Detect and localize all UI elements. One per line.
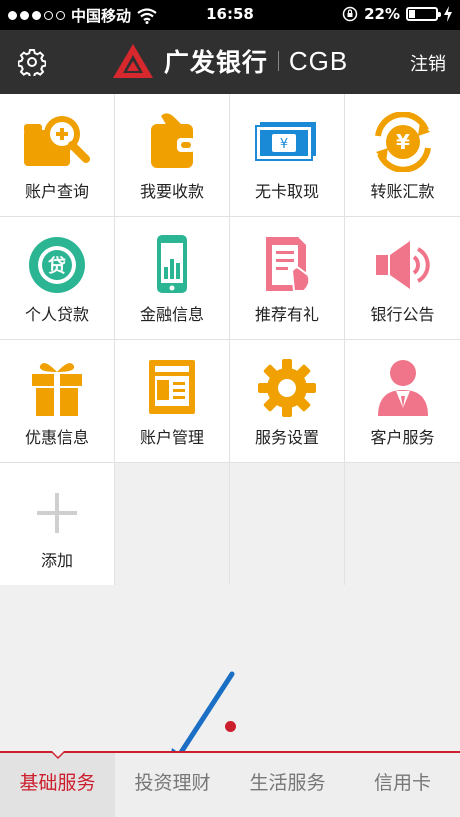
brand: 广发银行 CGB	[0, 43, 460, 79]
battery-icon	[406, 7, 441, 21]
megaphone-icon	[375, 241, 430, 289]
grid-item-promotions[interactable]: 优惠信息	[0, 340, 114, 462]
grid-empty-cell	[345, 463, 460, 585]
id-card-icon	[149, 360, 195, 414]
grid-item-financial-info[interactable]: 金融信息	[115, 217, 229, 339]
grid-item-label: 账户查询	[24, 182, 89, 201]
bottom-tab-bar: 基础服务 投资理财 生活服务 信用卡	[0, 751, 460, 817]
grid-item-personal-loan[interactable]: 贷 个人贷款	[0, 217, 114, 339]
app-header: 广发银行 CGB 注销	[0, 30, 460, 94]
tab-investment[interactable]: 投资理财	[115, 753, 230, 817]
grid-item-add[interactable]: 添加	[0, 463, 114, 585]
grid-item-cardless-cash[interactable]: ¥ 无卡取现	[230, 94, 344, 216]
gear-icon	[258, 359, 316, 417]
transfer-icon: ¥	[374, 112, 431, 172]
cash-icon: ¥	[255, 122, 316, 161]
grid-item-label: 客户服务	[370, 428, 435, 447]
grid-item-transfer[interactable]: ¥ 转账汇款	[345, 94, 460, 216]
account-search-icon	[24, 116, 90, 166]
page-indicator-dot	[225, 721, 236, 732]
grid-item-label: 我要收款	[139, 182, 204, 201]
phone-chart-icon	[157, 235, 187, 293]
cgb-logo-icon	[112, 44, 153, 78]
brand-name-en: CGB	[288, 45, 349, 76]
grid-item-account-query[interactable]: 账户查询	[0, 94, 114, 216]
recommend-icon	[266, 237, 311, 292]
tab-life-services[interactable]: 生活服务	[230, 753, 345, 817]
svg-text:¥: ¥	[396, 130, 410, 154]
grid-item-label: 推荐有礼	[254, 305, 319, 324]
tab-credit-card[interactable]: 信用卡	[345, 753, 460, 817]
charging-icon	[444, 6, 452, 22]
grid-item-label: 无卡取现	[254, 182, 319, 201]
logout-button[interactable]: 注销	[410, 50, 446, 76]
gift-icon	[32, 363, 82, 416]
customer-service-icon	[377, 360, 428, 416]
grid-item-label: 添加	[40, 551, 73, 570]
orientation-lock-icon	[342, 6, 358, 22]
loan-icon: 贷	[29, 237, 85, 293]
grid-item-service-settings[interactable]: 服务设置	[230, 340, 344, 462]
grid-item-label: 账户管理	[139, 428, 204, 447]
svg-text:¥: ¥	[280, 137, 288, 152]
battery-percent: 22%	[364, 5, 400, 23]
grid-item-customer-service[interactable]: 客户服务	[345, 340, 460, 462]
status-bar: 中国移动 16:58 22%	[0, 0, 460, 30]
grid-empty-cell	[230, 463, 344, 585]
grid-item-label: 银行公告	[370, 305, 435, 324]
grid-item-announcement[interactable]: 银行公告	[345, 217, 460, 339]
brand-divider	[277, 51, 279, 71]
brand-name-cn: 广发银行	[163, 48, 268, 77]
grid-item-label: 优惠信息	[24, 428, 89, 447]
wallet-icon	[151, 113, 195, 168]
grid-item-account-management[interactable]: 账户管理	[115, 340, 229, 462]
grid-item-label: 服务设置	[254, 428, 319, 447]
grid-item-label: 个人贷款	[24, 305, 89, 324]
plus-icon	[37, 493, 77, 533]
grid-item-label: 金融信息	[139, 305, 204, 324]
svg-text:贷: 贷	[48, 255, 66, 277]
grid-empty-cell	[115, 463, 229, 585]
tab-basic-services[interactable]: 基础服务	[0, 751, 115, 817]
grid-item-receive-payment[interactable]: 我要收款	[115, 94, 229, 216]
grid-item-label: 转账汇款	[370, 182, 435, 201]
grid-item-recommend[interactable]: 推荐有礼	[230, 217, 344, 339]
service-grid: 账户查询 我要收款 ¥ 无卡取现 ¥ 转账汇款 贷 个人贷款 金融信息 推荐有礼…	[0, 94, 460, 585]
